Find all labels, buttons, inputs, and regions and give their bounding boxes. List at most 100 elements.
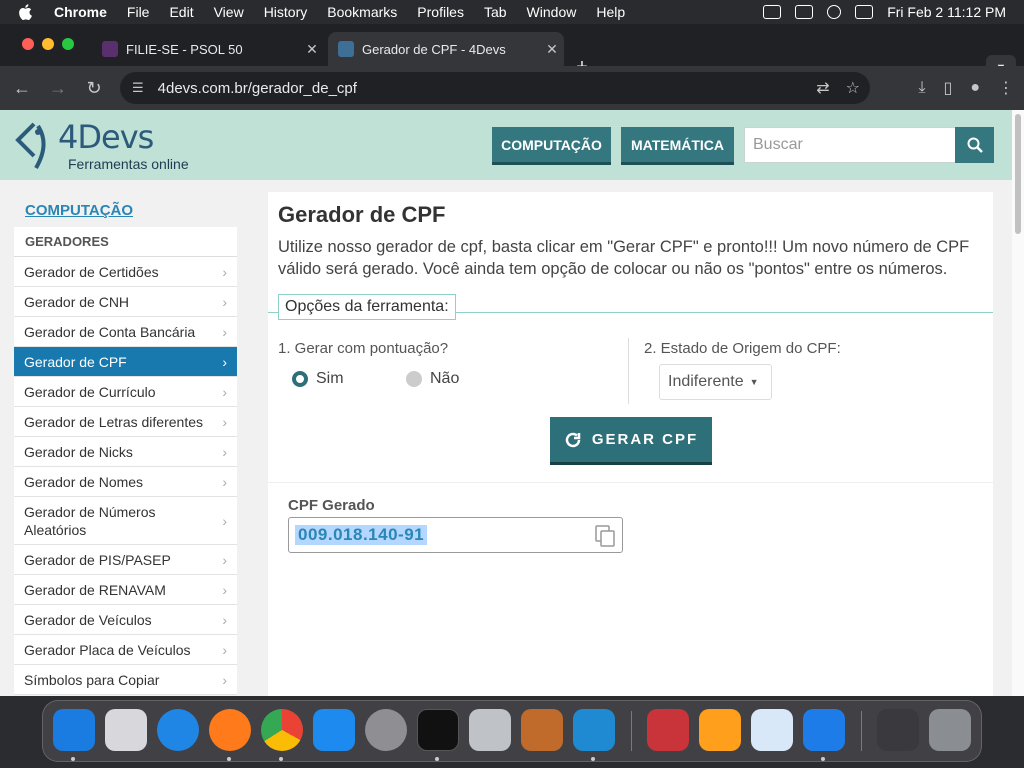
- generate-cpf-button[interactable]: GERAR CPF: [550, 417, 712, 465]
- main-panel: Gerador de CPF Utilize nosso gerador de …: [268, 192, 993, 696]
- site-settings-icon[interactable]: ☰: [132, 80, 144, 96]
- apple-icon[interactable]: [18, 0, 36, 24]
- bookmark-star-icon[interactable]: ☆: [846, 78, 860, 98]
- copy-icon[interactable]: [594, 525, 616, 547]
- firefox-icon[interactable]: [209, 709, 251, 751]
- downloads-stack-icon[interactable]: [877, 709, 919, 751]
- sidebar-heading-link[interactable]: COMPUTAÇÃO: [14, 180, 237, 227]
- sidebar-item-renavam[interactable]: Gerador de RENAVAM ›: [14, 575, 237, 605]
- window-icon[interactable]: [795, 5, 814, 19]
- system-settings-icon[interactable]: [365, 709, 407, 751]
- menu-tab[interactable]: Tab: [484, 4, 507, 20]
- radio-sim[interactable]: Sim: [292, 370, 344, 388]
- launchpad-icon[interactable]: [105, 709, 147, 751]
- punctuation-question-label: 1. Gerar com pontuação?: [278, 340, 449, 357]
- trash-icon[interactable]: [929, 709, 971, 751]
- menu-bookmarks[interactable]: Bookmarks: [327, 4, 397, 20]
- menu-history[interactable]: History: [264, 4, 308, 20]
- control-center-icon[interactable]: [855, 5, 874, 19]
- sidebar-item-veiculos[interactable]: Gerador de Veículos ›: [14, 605, 237, 635]
- download-icon[interactable]: ⤓: [918, 79, 925, 97]
- safari-icon[interactable]: [157, 709, 199, 751]
- address-bar[interactable]: ☰ 4devs.com.br/gerador_de_cpf ⇄ ☆: [120, 72, 870, 104]
- sidebar-item-conta-bancaria[interactable]: Gerador de Conta Bancária ›: [14, 317, 237, 347]
- sidebar-item-cnh[interactable]: Gerador de CNH ›: [14, 287, 237, 317]
- page-scrollbar[interactable]: [1012, 110, 1024, 696]
- migration-assistant-icon[interactable]: [469, 709, 511, 751]
- chevron-right-icon: ›: [222, 551, 227, 568]
- tab-gerador-cpf[interactable]: Gerador de CPF - 4Devs ✕: [328, 32, 564, 66]
- chrome-icon[interactable]: [261, 709, 303, 751]
- side-panel-icon[interactable]: ▯: [944, 78, 953, 98]
- menu-edit[interactable]: Edit: [169, 4, 193, 20]
- menu-profiles[interactable]: Profiles: [417, 4, 464, 20]
- menu-window[interactable]: Window: [527, 4, 577, 20]
- cpf-result-field[interactable]: 009.018.140-91: [288, 517, 623, 553]
- menu-view[interactable]: View: [214, 4, 244, 20]
- address-url[interactable]: 4devs.com.br/gerador_de_cpf: [158, 80, 357, 97]
- windows-app-icon[interactable]: [803, 709, 845, 751]
- menu-app-name[interactable]: Chrome: [54, 4, 107, 20]
- sidebar-item-simbolos[interactable]: Símbolos para Copiar ›: [14, 665, 237, 695]
- 4devs-logo[interactable]: 4Devs Ferramentas online: [14, 118, 194, 174]
- radio-nao[interactable]: Não: [406, 370, 459, 388]
- finder-icon[interactable]: [53, 709, 95, 751]
- back-arrow-icon[interactable]: ←: [4, 78, 40, 99]
- state-select[interactable]: Indiferente ▼: [659, 364, 772, 400]
- sidebar-item-label: Gerador de Currículo: [24, 383, 156, 400]
- app-store-icon[interactable]: [313, 709, 355, 751]
- browser-toolbar: ← → ↻ ☰ 4devs.com.br/gerador_de_cpf ⇄ ☆ …: [0, 66, 1024, 110]
- sidebar-item-numeros-aleatorios[interactable]: Gerador de Números Aleatórios ›: [14, 497, 237, 545]
- menu-file[interactable]: File: [127, 4, 150, 20]
- close-tab-icon[interactable]: ✕: [540, 41, 564, 58]
- sidebar-item-label: Gerador de RENAVAM: [24, 581, 166, 598]
- terminal-icon[interactable]: [417, 709, 459, 751]
- site-search-input[interactable]: Buscar: [744, 127, 956, 163]
- sidebar-item-label: Gerador de Nomes: [24, 473, 144, 490]
- chrome-menu-icon[interactable]: ⋮: [998, 78, 1014, 98]
- chevron-right-icon: ›: [222, 671, 227, 688]
- chevron-right-icon: ›: [222, 611, 227, 628]
- home-icon[interactable]: [699, 709, 741, 751]
- sidebar-item-certidoes[interactable]: Gerador de Certidões ›: [14, 257, 237, 287]
- dock-separator: [631, 711, 632, 751]
- vscode-icon[interactable]: [573, 709, 615, 751]
- macos-dock: [42, 700, 982, 762]
- site-search-button[interactable]: [955, 127, 994, 163]
- screen-mirroring-icon[interactable]: [763, 5, 782, 19]
- menubar-clock[interactable]: Fri Feb 2 11:12 PM: [887, 4, 1006, 20]
- sidebar-item-pis-pasep[interactable]: Gerador de PIS/PASEP ›: [14, 545, 237, 575]
- profile-avatar-icon[interactable]: ●: [970, 79, 980, 97]
- scrollbar-thumb[interactable]: [1015, 114, 1021, 234]
- logo-name: 4Devs: [58, 118, 154, 156]
- nav-matematica-button[interactable]: MATEMÁTICA: [621, 127, 734, 165]
- garageband-icon[interactable]: [521, 709, 563, 751]
- sidebar: COMPUTAÇÃO GERADORES Gerador de Certidõe…: [14, 180, 237, 695]
- close-tab-icon[interactable]: ✕: [300, 41, 324, 58]
- tab-title: FILIE-SE - PSOL 50: [126, 41, 243, 57]
- close-window-button[interactable]: [22, 38, 34, 50]
- toolbar-actions: ⤓ ▯ ● ⋮: [918, 66, 1014, 110]
- remote-desktop-icon[interactable]: [751, 709, 793, 751]
- cpf-result-value[interactable]: 009.018.140-91: [295, 525, 428, 545]
- translate-icon[interactable]: ⇄: [816, 78, 829, 98]
- menu-help[interactable]: Help: [596, 4, 625, 20]
- sidebar-item-curriculo[interactable]: Gerador de Currículo ›: [14, 377, 237, 407]
- sidebar-item-nicks[interactable]: Gerador de Nicks ›: [14, 437, 237, 467]
- sidebar-item-letras[interactable]: Gerador de Letras diferentes ›: [14, 407, 237, 437]
- sidebar-item-nomes[interactable]: Gerador de Nomes ›: [14, 467, 237, 497]
- tab-filie-se[interactable]: FILIE-SE - PSOL 50 ✕: [92, 32, 324, 66]
- zoom-window-button[interactable]: [62, 38, 74, 50]
- sidebar-item-placa-veiculos[interactable]: Gerador Placa de Veículos ›: [14, 635, 237, 665]
- forward-arrow-icon[interactable]: →: [40, 78, 76, 99]
- radio-unselected-icon: [406, 371, 422, 387]
- sidebar-item-cpf[interactable]: Gerador de CPF ›: [14, 347, 237, 377]
- chevron-right-icon: ›: [222, 263, 227, 280]
- search-icon[interactable]: [827, 5, 842, 19]
- photo-booth-icon[interactable]: [647, 709, 689, 751]
- reload-icon[interactable]: ↻: [76, 78, 112, 99]
- minimize-window-button[interactable]: [42, 38, 54, 50]
- state-question-label: 2. Estado de Origem do CPF:: [644, 340, 841, 357]
- sidebar-section-title: GERADORES: [14, 227, 237, 257]
- nav-computacao-button[interactable]: COMPUTAÇÃO: [492, 127, 611, 165]
